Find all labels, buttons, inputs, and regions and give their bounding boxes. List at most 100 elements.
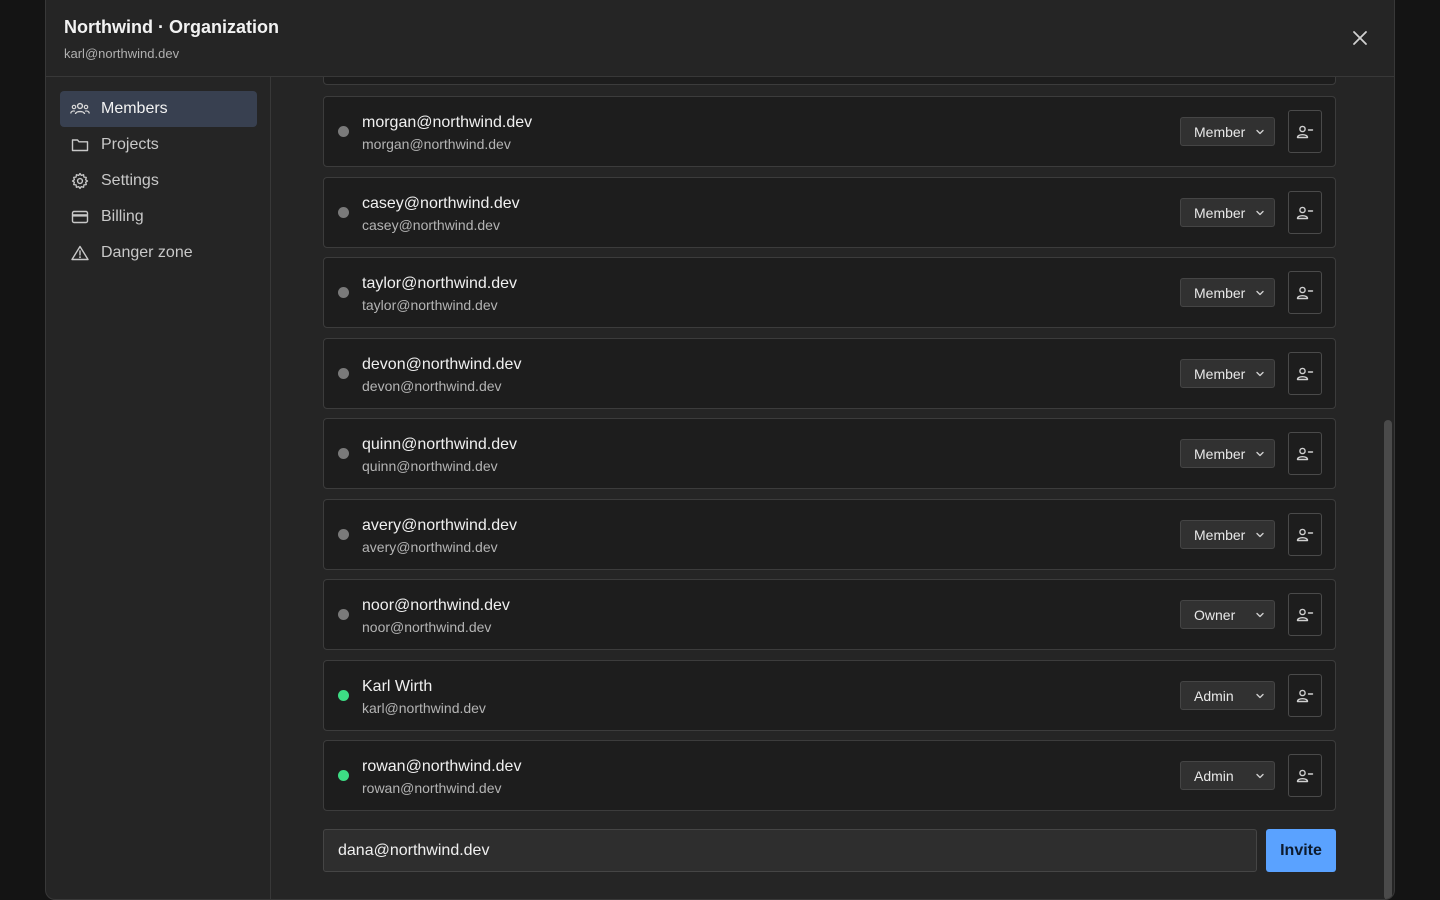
status-dot [338,529,349,540]
scrollbar[interactable] [1384,77,1392,899]
members-panel: morgan@northwind.dev morgan@northwind.de… [271,77,1394,899]
member-name: Karl Wirth [362,678,433,695]
role-select[interactable]: Member [1180,359,1275,388]
member-row: rowan@northwind.dev rowan@northwind.dev … [323,740,1336,811]
remove-member-button[interactable] [1288,674,1322,717]
role-value: Member [1194,526,1246,543]
sidebar-item-projects[interactable]: Projects [60,127,257,163]
remove-member-button[interactable] [1288,593,1322,636]
sidebar-item-billing[interactable]: Billing [60,199,257,235]
user-minus-icon [1296,689,1314,702]
status-dot [338,287,349,298]
role-select[interactable]: Member [1180,198,1275,227]
role-select[interactable]: Member [1180,439,1275,468]
remove-member-button[interactable] [1288,513,1322,556]
credit-card-icon [70,207,90,227]
role-select[interactable]: Admin [1180,761,1275,790]
role-value: Member [1194,445,1246,462]
member-row: avery@northwind.dev avery@northwind.dev … [323,499,1336,570]
member-name: quinn@northwind.dev [362,436,518,453]
role-select[interactable]: Member [1180,117,1275,146]
member-row: casey@northwind.dev casey@northwind.dev … [323,177,1336,248]
chevron-down-icon [1256,532,1264,538]
remove-member-button[interactable] [1288,191,1322,234]
member-row: quinn@northwind.dev quinn@northwind.dev … [323,418,1336,489]
role-value: Admin [1194,687,1234,704]
role-value: Owner [1194,606,1236,623]
chevron-down-icon [1256,612,1264,618]
remove-member-button[interactable] [1288,754,1322,797]
member-name: avery@northwind.dev [362,517,517,534]
role-select[interactable]: Admin [1180,681,1275,710]
member-row: morgan@northwind.dev morgan@northwind.de… [323,96,1336,167]
close-button[interactable] [1348,26,1372,50]
user-minus-icon [1296,769,1314,782]
modal-header: Northwind · Organization karl@northwind.… [46,0,1394,77]
status-dot [338,690,349,701]
user-minus-icon [1296,447,1314,460]
remove-member-button[interactable] [1288,352,1322,395]
scrollbar-thumb[interactable] [1384,420,1392,899]
gear-icon [70,171,90,191]
chevron-down-icon [1256,451,1264,457]
member-email: noor@northwind.dev [362,619,492,635]
folder-icon [70,135,90,155]
member-email: morgan@northwind.dev [362,136,511,152]
member-email: karl@northwind.dev [362,700,486,716]
invite-button[interactable]: Invite [1266,829,1336,872]
user-minus-icon [1296,528,1314,541]
remove-member-button[interactable] [1288,432,1322,475]
user-minus-icon [1296,206,1314,219]
list-item [323,77,1336,85]
member-name: taylor@northwind.dev [362,275,517,292]
member-email: devon@northwind.dev [362,378,502,394]
member-email: rowan@northwind.dev [362,780,502,796]
remove-member-button[interactable] [1288,110,1322,153]
warning-icon [70,243,90,263]
role-select[interactable]: Member [1180,520,1275,549]
role-value: Member [1194,204,1246,221]
member-name: devon@northwind.dev [362,356,522,373]
member-row: devon@northwind.dev devon@northwind.dev … [323,338,1336,409]
member-email: casey@northwind.dev [362,217,500,233]
status-dot [338,770,349,781]
status-dot [338,448,349,459]
member-name: casey@northwind.dev [362,195,520,212]
sidebar-item-label: Projects [101,136,159,153]
sidebar-item-members[interactable]: Members [60,91,257,127]
status-dot [338,368,349,379]
user-minus-icon [1296,125,1314,138]
user-minus-icon [1296,608,1314,621]
sidebar-item-settings[interactable]: Settings [60,163,257,199]
chevron-down-icon [1256,773,1264,779]
user-minus-icon [1296,367,1314,380]
member-row: Karl Wirth karl@northwind.dev Admin [323,660,1336,731]
modal-title: Northwind · Organization [64,17,279,37]
invite-email-input[interactable] [323,829,1257,872]
organization-modal: Northwind · Organization karl@northwind.… [45,0,1395,900]
chevron-down-icon [1256,693,1264,699]
chevron-down-icon [1256,290,1264,296]
sidebar-item-label: Danger zone [101,244,193,261]
members-icon [70,99,90,119]
chevron-down-icon [1256,129,1264,135]
sidebar-item-danger-zone[interactable]: Danger zone [60,235,257,271]
sidebar-item-label: Settings [101,172,159,189]
sidebar-item-label: Billing [101,208,144,225]
role-select[interactable]: Member [1180,278,1275,307]
member-email: quinn@northwind.dev [362,458,498,474]
member-email: avery@northwind.dev [362,539,498,555]
chevron-down-icon [1256,210,1264,216]
role-value: Member [1194,123,1246,140]
sidebar-item-label: Members [101,100,168,117]
close-icon [1353,31,1367,45]
modal-subtitle: karl@northwind.dev [64,46,180,61]
role-select[interactable]: Owner [1180,600,1275,629]
remove-member-button[interactable] [1288,271,1322,314]
member-name: morgan@northwind.dev [362,114,533,131]
role-value: Member [1194,284,1246,301]
member-row: noor@northwind.dev noor@northwind.dev Ow… [323,579,1336,650]
member-name: rowan@northwind.dev [362,758,522,775]
status-dot [338,207,349,218]
member-name: noor@northwind.dev [362,597,510,614]
